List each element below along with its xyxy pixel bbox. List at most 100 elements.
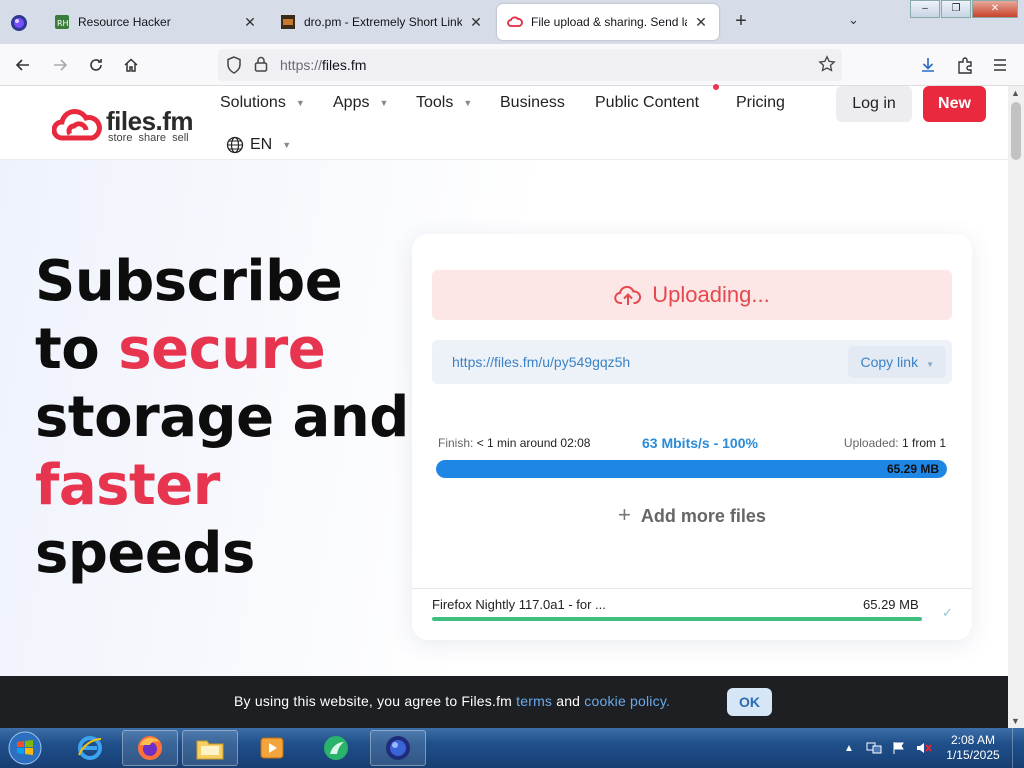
taskbar-app-green[interactable] — [308, 730, 364, 766]
files-fm-logo[interactable]: files.fm store share sell — [51, 104, 202, 144]
finish-key: Finish: — [438, 436, 474, 450]
downloads-icon[interactable] — [916, 53, 940, 77]
reload-icon[interactable] — [84, 53, 108, 77]
tab-files-fm[interactable]: File upload & sharing. Send lar ✕ — [497, 4, 719, 40]
taskbar-clock[interactable]: 2:08 AM 1/15/2025 — [940, 733, 1006, 763]
finish-estimate: Finish: < 1 min around 02:08 — [438, 436, 590, 450]
caret-down-icon: ▼ — [463, 98, 473, 108]
close-tab-icon[interactable]: ✕ — [693, 14, 709, 31]
webpage: files.fm store share sell Solutions ▼ App… — [0, 86, 1008, 728]
back-arrow-icon[interactable] — [11, 53, 35, 77]
restore-button[interactable]: ❐ — [941, 0, 971, 18]
tab-dro-pm[interactable]: dro.pm - Extremely Short Links ✕ — [270, 4, 494, 40]
menu-tools[interactable]: Tools ▼ — [416, 94, 472, 112]
home-icon[interactable] — [119, 53, 143, 77]
menu-label: Business — [500, 94, 565, 111]
menu-label: Apps — [333, 94, 370, 111]
resource-hacker-favicon-icon: RH — [54, 14, 70, 30]
page-scrollbar[interactable]: ▲ ▼ — [1008, 86, 1024, 728]
close-tab-icon[interactable]: ✕ — [468, 14, 484, 31]
forward-arrow-icon[interactable] — [48, 53, 72, 77]
login-button[interactable]: Log in — [836, 86, 912, 122]
close-tab-icon[interactable]: ✕ — [242, 14, 258, 31]
address-bar[interactable]: https://files.fm — [218, 49, 842, 81]
upload-progress-bar: 65.29 MB — [436, 460, 947, 478]
taskbar-firefox[interactable] — [122, 730, 178, 766]
clock-time: 2:08 AM — [950, 733, 996, 747]
menu-public-content[interactable]: Public Content — [595, 94, 699, 112]
logo-tagline: store share sell — [108, 132, 189, 144]
scroll-down-arrow-icon[interactable]: ▼ — [1011, 716, 1020, 726]
tab-resource-hacker[interactable]: RH Resource Hacker ✕ — [44, 4, 268, 40]
file-row: Firefox Nightly 117.0a1 - for ... 65.29 … — [412, 588, 972, 640]
bookmark-star-icon[interactable] — [818, 55, 836, 78]
uploaded-value: 1 from 1 — [901, 436, 946, 450]
upload-status-banner: Uploading... — [432, 270, 952, 320]
notification-dot — [713, 84, 719, 90]
taskbar-media-player[interactable] — [244, 730, 300, 766]
upload-progress-fill — [436, 460, 947, 478]
internet-explorer-icon — [78, 736, 102, 760]
upload-status-text: Uploading... — [652, 282, 770, 307]
url-host: files.fm — [322, 57, 367, 73]
language-label: EN — [250, 136, 273, 153]
minimize-button[interactable]: – — [910, 0, 940, 18]
new-button[interactable]: New — [923, 86, 986, 122]
finish-value: < 1 min around 02:08 — [476, 436, 591, 450]
terms-link[interactable]: terms — [516, 693, 552, 709]
taskbar-file-explorer[interactable] — [182, 730, 238, 766]
share-link[interactable]: https://files.fm/u/py549gqz5h — [452, 354, 630, 370]
files-fm-favicon-icon — [507, 14, 523, 30]
tracking-protection-shield-icon[interactable] — [226, 56, 242, 79]
hero-accent-text: secure — [118, 317, 326, 382]
file-size: 65.29 MB — [863, 597, 919, 612]
windows-taskbar: ▲ 2:08 AM 1/15/2025 — [0, 728, 1024, 768]
list-all-tabs-icon[interactable]: ⌄ — [848, 12, 859, 28]
show-hidden-icons-icon[interactable]: ▲ — [840, 740, 858, 756]
globe-icon — [226, 136, 244, 154]
taskbar-firefox-nightly[interactable] — [370, 730, 426, 766]
folder-icon — [196, 740, 224, 760]
add-more-files-button[interactable]: + Add more files — [412, 502, 972, 528]
firefox-icon — [138, 736, 162, 760]
windows-logo-icon — [8, 731, 42, 765]
language-selector[interactable]: EN ▼ — [226, 136, 291, 154]
file-progress-bar — [432, 617, 922, 621]
hero-line: Subscribe — [35, 249, 343, 314]
cookie-text: By using this website, you agree to File… — [234, 693, 517, 709]
share-link-box: https://files.fm/u/py549gqz5h Copy link ▼ — [432, 340, 952, 384]
hero-line: speeds — [35, 521, 255, 586]
scroll-up-arrow-icon[interactable]: ▲ — [1011, 88, 1020, 98]
menu-label: Tools — [416, 94, 454, 111]
cookie-policy-link[interactable]: cookie policy. — [584, 693, 670, 709]
taskbar-internet-explorer[interactable] — [62, 730, 118, 766]
copy-link-button[interactable]: Copy link ▼ — [848, 346, 946, 378]
network-icon[interactable] — [865, 740, 883, 756]
volume-muted-icon[interactable] — [915, 740, 933, 756]
upload-speed: 63 Mbits/s - 100% — [642, 435, 758, 451]
menu-business[interactable]: Business — [500, 94, 565, 112]
lock-icon[interactable] — [254, 56, 268, 77]
menu-pricing[interactable]: Pricing — [736, 94, 785, 112]
hero-line: to secure — [35, 316, 409, 384]
svg-text:RH: RH — [57, 19, 69, 28]
show-desktop-button[interactable] — [1012, 728, 1024, 768]
checkmark-icon: ✓ — [942, 605, 953, 620]
url-text[interactable]: https://files.fm — [280, 57, 366, 73]
uploaded-key: Uploaded: — [843, 436, 899, 450]
browser-nav-bar: https://files.fm — [0, 44, 1024, 86]
close-window-button[interactable]: ✕ — [972, 0, 1018, 18]
action-center-flag-icon[interactable] — [890, 740, 908, 756]
new-tab-button[interactable]: + — [730, 10, 752, 32]
cookie-ok-button[interactable]: OK — [727, 688, 772, 716]
firefox-view-icon[interactable] — [8, 12, 30, 34]
cloud-upload-icon — [614, 285, 642, 305]
start-button[interactable] — [4, 729, 46, 767]
cookie-and-text: and — [552, 693, 585, 709]
menu-apps[interactable]: Apps ▼ — [333, 94, 388, 112]
menu-solutions[interactable]: Solutions ▼ — [220, 94, 305, 112]
extensions-icon[interactable] — [953, 53, 977, 77]
menu-hamburger-icon[interactable] — [988, 53, 1012, 77]
scrollbar-thumb[interactable] — [1011, 102, 1021, 160]
tab-title: dro.pm - Extremely Short Links — [304, 15, 462, 29]
